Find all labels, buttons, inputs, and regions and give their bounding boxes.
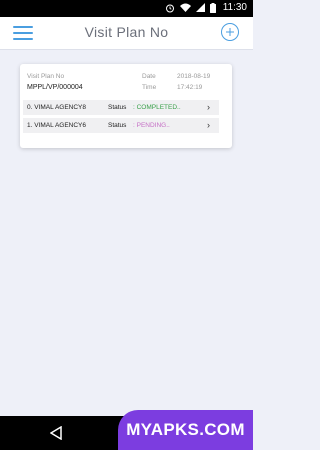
signal-icon xyxy=(195,3,205,12)
page-title: Visit Plan No xyxy=(84,24,169,40)
time-label: Time xyxy=(142,84,157,91)
chevron-right-icon[interactable]: › xyxy=(207,120,210,130)
status-bar: 11:30 xyxy=(0,0,253,17)
status-value: : PENDING.. xyxy=(133,122,170,129)
agency-name: 1. VIMAL AGENCY6 xyxy=(27,122,87,129)
plan-number: MPPL/VP/000004 xyxy=(27,84,83,91)
watermark: MYAPKS.COM xyxy=(118,410,253,450)
status-value: : COMPLETED.. xyxy=(133,104,181,111)
add-icon[interactable] xyxy=(221,23,239,41)
clock: 11:30 xyxy=(222,2,247,13)
status-label: Status xyxy=(108,104,127,111)
battery-icon xyxy=(209,2,216,13)
date-label: Date xyxy=(142,73,156,80)
alarm-icon xyxy=(165,4,174,12)
wifi-icon xyxy=(179,3,191,12)
status-icons: 11:30 xyxy=(165,2,247,13)
agency-name: 0. VIMAL AGENCY8 xyxy=(27,104,87,111)
chevron-right-icon[interactable]: › xyxy=(207,102,210,112)
app-bar: Visit Plan No xyxy=(0,17,253,50)
date-value: 2018-08-19 xyxy=(177,73,211,80)
plan-label: Visit Plan No xyxy=(27,73,65,80)
agency-row[interactable]: 0. VIMAL AGENCY8 Status : COMPLETED.. › xyxy=(23,100,219,115)
back-icon[interactable] xyxy=(50,426,62,440)
visit-plan-card[interactable]: Visit Plan No MPPL/VP/000004 Date 2018-0… xyxy=(20,64,232,148)
time-value: 17:42:19 xyxy=(177,84,203,91)
status-label: Status xyxy=(108,122,127,129)
agency-row[interactable]: 1. VIMAL AGENCY6 Status : PENDING.. › xyxy=(23,118,219,133)
